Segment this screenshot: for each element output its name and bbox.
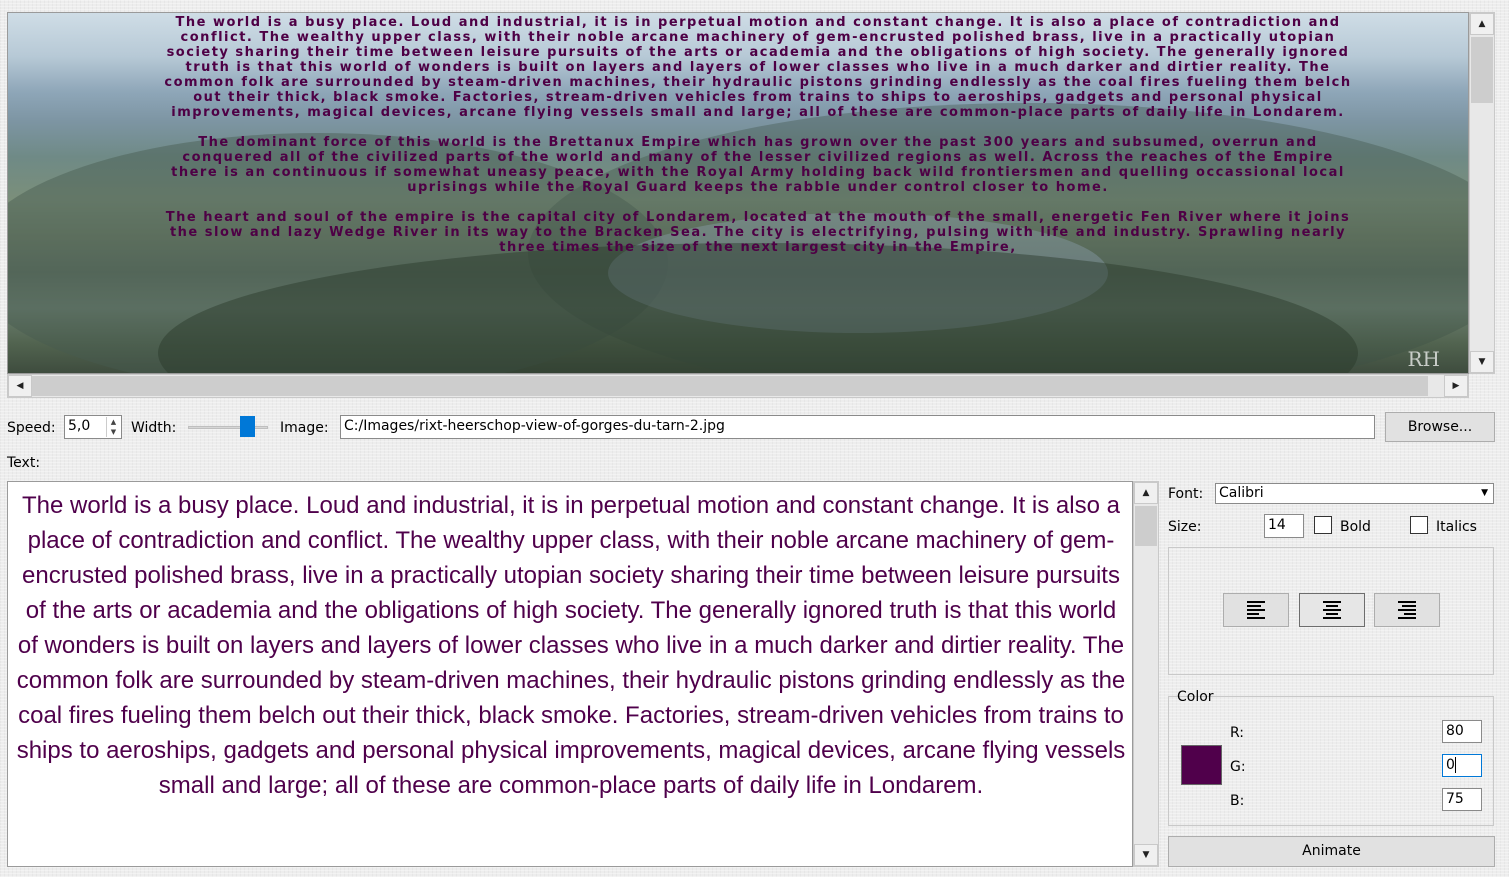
speed-value: 5,0 (68, 418, 91, 434)
arrow-left-icon: ◀ (16, 381, 24, 391)
font-select[interactable]: Calibri ▼ (1215, 483, 1494, 504)
animate-button[interactable]: Animate (1168, 836, 1495, 867)
italics-label: Italics (1436, 519, 1477, 535)
font-label: Font: (1168, 486, 1204, 502)
painting-signature: RH (1407, 347, 1441, 371)
scroll-up-button[interactable]: ▲ (1134, 482, 1158, 504)
preview-horizontal-scrollbar[interactable]: ◀ ▶ (7, 374, 1469, 398)
preview-paragraph: The world is a busy place. Loud and indu… (164, 15, 1352, 120)
scroll-down-button[interactable]: ▼ (1470, 351, 1494, 373)
scroll-left-button[interactable]: ◀ (8, 375, 32, 397)
alignment-group (1168, 547, 1494, 675)
preview-paragraph: The heart and soul of the empire is the … (165, 210, 1351, 255)
arrow-up-icon: ▲ (1142, 488, 1150, 498)
text-cursor (1454, 757, 1456, 773)
align-center-icon (1323, 601, 1341, 619)
width-slider-track[interactable] (188, 426, 268, 429)
text-editor[interactable]: The world is a busy place. Loud and indu… (7, 481, 1133, 867)
b-input[interactable]: 75 (1442, 788, 1482, 811)
preview-text: The world is a busy place. Loud and indu… (158, 15, 1358, 270)
r-input[interactable]: 80 (1442, 720, 1482, 743)
bold-checkbox[interactable] (1314, 516, 1332, 534)
font-value: Calibri (1219, 485, 1264, 501)
b-label: B: (1230, 793, 1245, 809)
align-right-icon (1398, 601, 1416, 619)
spin-up-icon[interactable]: ▲ (107, 417, 120, 427)
image-label: Image: (280, 420, 329, 436)
chevron-down-icon: ▼ (1481, 488, 1488, 498)
speed-spinbox[interactable]: 5,0 ▲ ▼ (64, 415, 122, 439)
align-left-icon (1247, 601, 1265, 619)
width-label: Width: (131, 420, 177, 436)
arrow-up-icon: ▲ (1478, 19, 1486, 29)
preview-canvas: The world is a busy place. Loud and indu… (7, 12, 1469, 374)
color-group-label: Color (1177, 689, 1214, 705)
scroll-thumb[interactable] (1471, 37, 1493, 103)
g-input[interactable]: 0 (1442, 754, 1482, 777)
arrow-down-icon: ▼ (1478, 357, 1486, 367)
preview-paragraph: The dominant force of this world is the … (171, 135, 1345, 195)
spin-down-icon[interactable]: ▼ (107, 427, 120, 437)
align-center-button[interactable] (1299, 593, 1365, 627)
image-path-input[interactable]: C:/Images/rixt-heerschop-view-of-gorges-… (340, 415, 1375, 439)
size-input[interactable]: 14 (1264, 514, 1304, 538)
text-label: Text: (7, 455, 41, 471)
scroll-right-button[interactable]: ▶ (1444, 375, 1468, 397)
editor-content[interactable]: The world is a busy place. Loud and indu… (16, 488, 1126, 803)
bold-label: Bold (1340, 519, 1371, 535)
italics-checkbox[interactable] (1410, 516, 1428, 534)
arrow-down-icon: ▼ (1142, 850, 1150, 860)
align-left-button[interactable] (1223, 593, 1289, 627)
g-value: 0 (1446, 757, 1455, 773)
scroll-down-button[interactable]: ▼ (1134, 844, 1158, 866)
scroll-thumb[interactable] (32, 376, 1428, 396)
scroll-thumb[interactable] (1135, 506, 1157, 546)
preview-vertical-scrollbar[interactable]: ▲ ▼ (1469, 12, 1495, 374)
speed-label: Speed: (7, 420, 56, 436)
scroll-up-button[interactable]: ▲ (1470, 13, 1494, 35)
g-label: G: (1230, 759, 1246, 775)
width-slider-thumb[interactable] (240, 416, 255, 437)
align-right-button[interactable] (1374, 593, 1440, 627)
size-label: Size: (1168, 519, 1202, 535)
browse-button[interactable]: Browse... (1385, 412, 1495, 442)
r-label: R: (1230, 725, 1245, 741)
spin-arrows[interactable]: ▲ ▼ (106, 417, 120, 437)
editor-vertical-scrollbar[interactable]: ▲ ▼ (1133, 481, 1159, 867)
arrow-right-icon: ▶ (1452, 381, 1460, 391)
color-swatch (1181, 745, 1222, 785)
